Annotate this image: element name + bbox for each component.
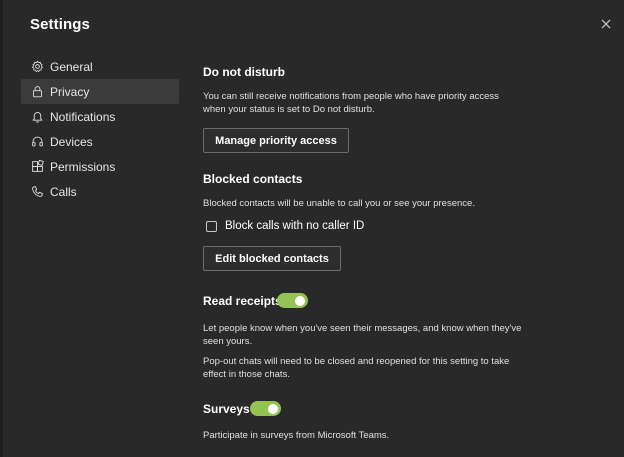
read-receipts-note: Pop-out chats will need to be closed and… bbox=[203, 356, 510, 380]
surveys-description: Participate in surveys from Microsoft Te… bbox=[203, 430, 390, 441]
block-no-caller-id-checkbox-row[interactable]: Block calls with no caller ID bbox=[206, 220, 364, 232]
read-receipts-description: Let people know when you've seen their m… bbox=[203, 323, 522, 347]
sidebar-item-general[interactable]: General bbox=[21, 54, 179, 79]
settings-sidebar: General Privacy Notifications Devices Pe… bbox=[21, 54, 179, 204]
edit-blocked-contacts-button[interactable]: Edit blocked contacts bbox=[203, 246, 341, 271]
page-title: Settings bbox=[30, 16, 90, 33]
blocked-contacts-heading: Blocked contacts bbox=[203, 172, 303, 186]
headset-icon bbox=[30, 135, 44, 149]
apps-icon bbox=[30, 160, 44, 174]
manage-priority-access-button[interactable]: Manage priority access bbox=[203, 128, 349, 153]
phone-icon bbox=[30, 185, 44, 199]
bell-icon bbox=[30, 110, 44, 124]
blocked-contacts-description: Blocked contacts will be unable to call … bbox=[203, 198, 475, 209]
surveys-toggle[interactable] bbox=[250, 401, 281, 416]
sidebar-item-privacy[interactable]: Privacy bbox=[21, 79, 179, 104]
block-no-caller-id-checkbox[interactable] bbox=[206, 220, 217, 232]
block-no-caller-id-label: Block calls with no caller ID bbox=[225, 220, 365, 232]
sidebar-item-label: Devices bbox=[50, 134, 93, 149]
read-receipts-toggle[interactable] bbox=[277, 293, 308, 308]
toggle-knob bbox=[268, 403, 278, 414]
sidebar-item-label: Permissions bbox=[50, 159, 116, 174]
toggle-knob bbox=[295, 295, 305, 306]
settings-window: Settings General Privacy Notifications D… bbox=[0, 0, 624, 457]
gear-icon bbox=[30, 60, 44, 74]
read-receipts-heading: Read receipts bbox=[203, 294, 282, 308]
dnd-description: You can still receive notifications from… bbox=[203, 91, 499, 115]
sidebar-item-devices[interactable]: Devices bbox=[21, 129, 179, 154]
sidebar-item-label: Calls bbox=[50, 184, 77, 199]
sidebar-item-label: Privacy bbox=[50, 84, 90, 99]
sidebar-item-notifications[interactable]: Notifications bbox=[21, 104, 179, 129]
sidebar-item-label: Notifications bbox=[50, 109, 116, 124]
sidebar-item-label: General bbox=[50, 59, 93, 74]
sidebar-item-calls[interactable]: Calls bbox=[21, 179, 179, 204]
lock-icon bbox=[30, 85, 44, 99]
dnd-heading: Do not disturb bbox=[203, 65, 285, 79]
close-icon[interactable] bbox=[598, 16, 614, 32]
surveys-heading: Surveys bbox=[203, 402, 250, 416]
sidebar-item-permissions[interactable]: Permissions bbox=[21, 154, 179, 179]
